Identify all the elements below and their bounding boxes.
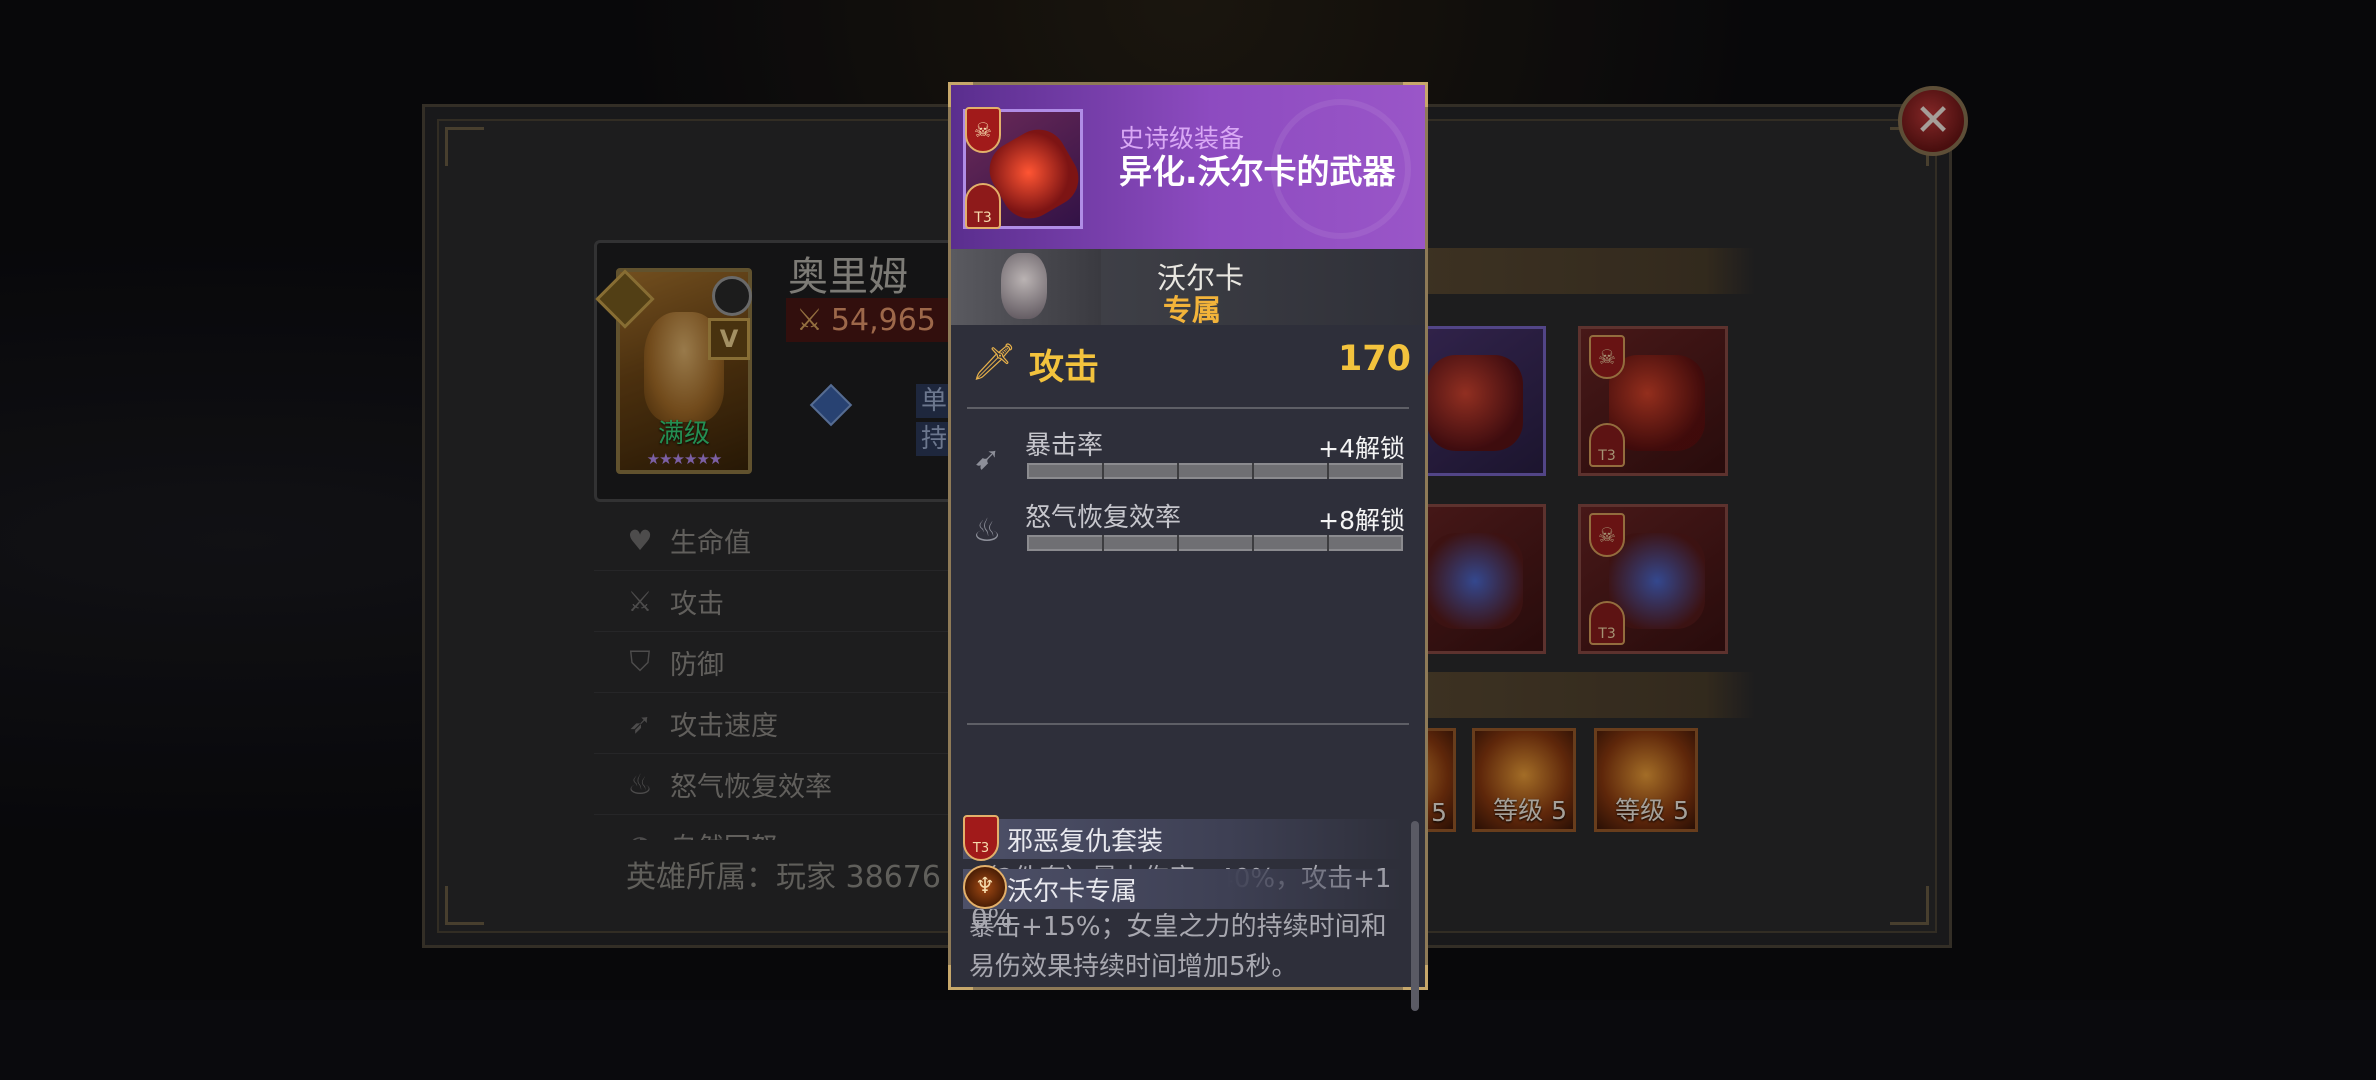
locked-stat-bar: [1027, 535, 1403, 551]
set-tier-icon: T3: [963, 815, 999, 861]
set-bonus-title: 邪恶复仇套装: [1007, 827, 1164, 857]
exclusive-label: 专属: [1163, 293, 1222, 327]
dagger-icon: 🗡: [971, 342, 1017, 383]
exclusive-bonus-header: ♆ 沃尔卡专属: [963, 865, 1403, 909]
main-stat-value: 170: [1337, 339, 1411, 379]
sub-stat-label: 暴击率: [1025, 431, 1104, 461]
skull-icon: ☠: [965, 107, 1001, 153]
tooltip-scrollbar[interactable]: [1411, 821, 1419, 1011]
crit-arrow-icon: ➹: [973, 439, 1001, 477]
main-stat-label: 攻击: [1029, 348, 1100, 388]
sub-stat-label: 怒气恢复效率: [1025, 503, 1182, 533]
divider: [967, 407, 1409, 409]
item-name: 异化.沃尔卡的武器: [1119, 152, 1396, 191]
divider: [967, 723, 1409, 725]
equipment-tooltip: ☠ T3 史诗级装备 异化.沃尔卡的武器 沃尔卡 专属 🗡 攻击 170 ➹ 暴…: [948, 82, 1428, 1011]
set-bonus-header: T3 邪恶复仇套装: [963, 815, 1403, 861]
exclusive-bonus-title: 沃尔卡专属: [1007, 877, 1138, 907]
exclusive-bonus-desc-line: 易伤效果持续时间增加5秒。: [969, 952, 1298, 982]
tier-badge: T3: [965, 183, 1001, 229]
exclusive-owner-section: 沃尔卡 专属: [951, 249, 1425, 409]
exclusive-emblem-icon: ♆: [963, 865, 1007, 909]
sub-stat-rage: ♨ 怒气恢复效率 +8解锁: [967, 497, 1409, 563]
flame-icon: ♨: [972, 511, 1002, 549]
sub-stat-unlock: +4解锁: [1318, 434, 1405, 463]
sub-stat-crit: ➹ 暴击率 +4解锁: [967, 425, 1409, 491]
locked-stat-bar: [1027, 463, 1403, 479]
owner-face-art: [1001, 253, 1047, 319]
tooltip-header: ☠ T3 史诗级装备 异化.沃尔卡的武器: [951, 85, 1425, 249]
sub-stat-unlock: +8解锁: [1318, 506, 1405, 535]
owner-portrait: [951, 249, 1101, 325]
exclusive-bonus-desc-line: 暴击+15%；女皇之力的持续时间和: [969, 912, 1387, 942]
